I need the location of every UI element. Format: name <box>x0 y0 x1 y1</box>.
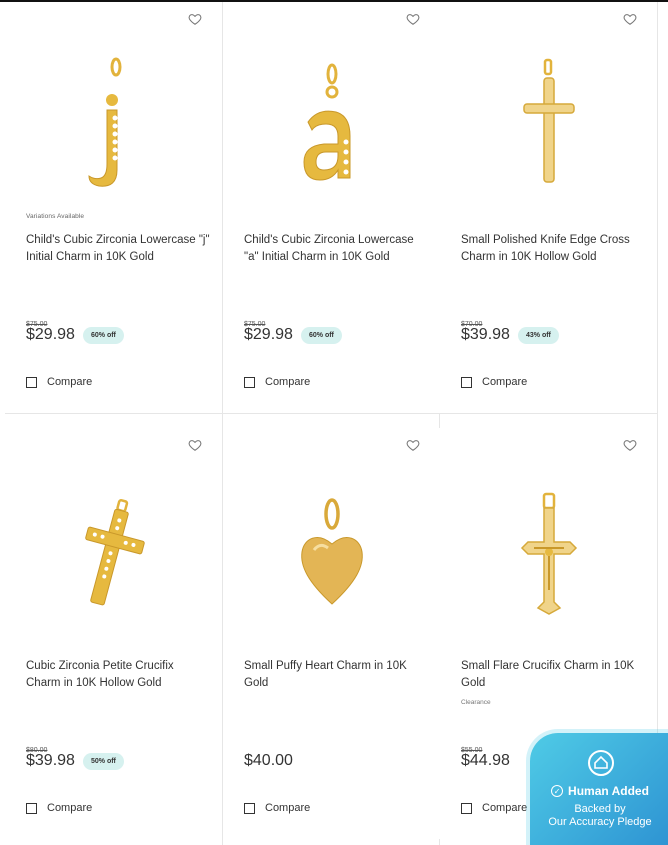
wishlist-heart-icon[interactable] <box>623 438 637 452</box>
sale-price: $39.98 <box>26 752 75 769</box>
letter-a-charm-icon <box>302 63 350 181</box>
grid-divider <box>657 2 658 845</box>
product-name[interactable]: Child's Cubic Zirconia Lowercase "j" Ini… <box>26 232 211 265</box>
sale-price: $29.98 <box>244 326 293 343</box>
sale-price: $39.98 <box>461 326 510 343</box>
letter-j-charm-icon <box>87 57 121 187</box>
heart-charm-icon <box>300 498 363 605</box>
wishlist-heart-icon[interactable] <box>188 12 202 26</box>
pledge-line1: Backed by <box>574 803 626 815</box>
pledge-subtitle: Backed by Our Accuracy Pledge <box>530 803 668 829</box>
compare-label: Compare <box>47 376 93 388</box>
compare-label: Compare <box>265 376 311 388</box>
sale-price: $29.98 <box>26 326 75 343</box>
compare-label: Compare <box>265 802 311 814</box>
product-grid: Variations Available Child's Cubic Zirco… <box>5 2 657 845</box>
product-image[interactable] <box>223 468 440 628</box>
compare-checkbox[interactable]: Compare <box>26 376 92 388</box>
product-name[interactable]: Child's Cubic Zirconia Lowercase "a" Ini… <box>244 232 429 265</box>
checkbox-square[interactable] <box>244 802 255 814</box>
compare-checkbox[interactable]: Compare <box>461 802 527 814</box>
discount-badge: 60% off <box>83 327 124 344</box>
discount-badge: 60% off <box>301 327 342 344</box>
wishlist-heart-icon[interactable] <box>406 438 420 452</box>
compare-label: Compare <box>47 802 93 814</box>
check-circle-icon: ✓ <box>551 785 564 797</box>
wishlist-heart-icon[interactable] <box>623 12 637 26</box>
home-badge-icon <box>588 750 614 776</box>
compare-label: Compare <box>482 802 528 814</box>
wishlist-heart-icon[interactable] <box>188 438 202 452</box>
product-image[interactable] <box>440 42 657 202</box>
compare-checkbox[interactable]: Compare <box>26 802 92 814</box>
sale-price: $40.00 <box>244 752 293 769</box>
product-card[interactable]: Variations Available Child's Cubic Zirco… <box>5 2 222 413</box>
product-card[interactable]: Small Polished Knife Edge Cross Charm in… <box>440 2 657 413</box>
compare-checkbox[interactable]: Compare <box>461 376 527 388</box>
checkbox-square[interactable] <box>461 376 472 388</box>
product-image[interactable] <box>5 468 222 628</box>
sale-price: $44.98 <box>461 752 510 769</box>
cz-cross-charm-icon <box>84 499 145 606</box>
compare-checkbox[interactable]: Compare <box>244 376 310 388</box>
product-card[interactable]: Cubic Zirconia Petite Crucifix Charm in … <box>5 428 222 839</box>
pledge-line2: Our Accuracy Pledge <box>548 816 652 828</box>
product-name[interactable]: Small Puffy Heart Charm in 10K Gold <box>244 658 429 691</box>
product-name[interactable]: Small Flare Crucifix Charm in 10K Gold <box>461 658 646 691</box>
variations-note: Variations Available <box>26 213 85 220</box>
compare-checkbox[interactable]: Compare <box>244 802 310 814</box>
wishlist-heart-icon[interactable] <box>406 12 420 26</box>
product-image[interactable] <box>223 42 440 202</box>
product-name[interactable]: Cubic Zirconia Petite Crucifix Charm in … <box>26 658 211 691</box>
checkbox-square[interactable] <box>244 376 255 388</box>
crucifix-charm-icon <box>520 492 577 615</box>
product-card[interactable]: Child's Cubic Zirconia Lowercase "a" Ini… <box>223 2 440 413</box>
pledge-title: ✓ Human Added <box>530 784 668 798</box>
product-image[interactable] <box>440 468 657 628</box>
discount-badge: 43% off <box>518 327 559 344</box>
accuracy-pledge-badge[interactable]: ✓ Human Added Backed by Our Accuracy Ple… <box>530 733 668 845</box>
product-card[interactable]: Small Puffy Heart Charm in 10K Gold $40.… <box>223 428 440 839</box>
discount-badge: 50% off <box>83 753 124 770</box>
pledge-title-text: Human Added <box>568 784 649 798</box>
checkbox-square[interactable] <box>461 802 472 814</box>
product-image[interactable] <box>5 42 222 202</box>
compare-label: Compare <box>482 376 528 388</box>
cross-charm-icon <box>522 58 575 183</box>
product-name[interactable]: Small Polished Knife Edge Cross Charm in… <box>461 232 646 265</box>
checkbox-square[interactable] <box>26 802 37 814</box>
checkbox-square[interactable] <box>26 376 37 388</box>
clearance-tag: Clearance <box>461 699 491 706</box>
